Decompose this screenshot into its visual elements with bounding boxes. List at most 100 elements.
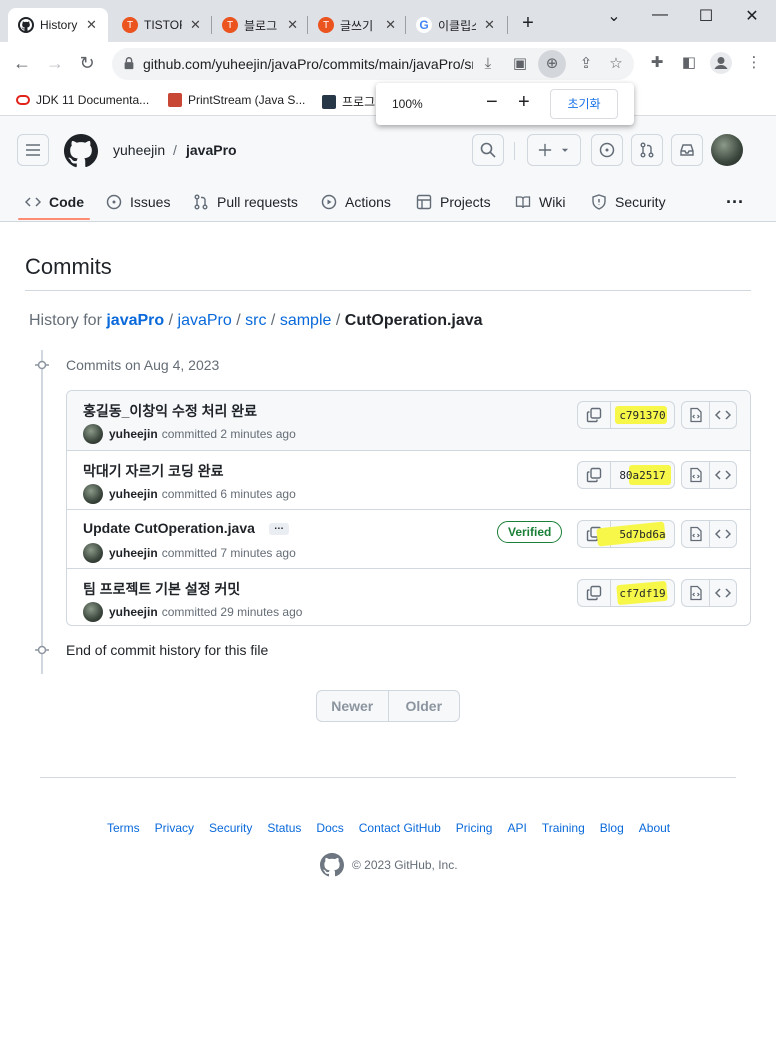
breadcrumb-folder-javapro[interactable]: javaPro <box>178 312 232 329</box>
close-window-icon[interactable]: ✕ <box>742 6 762 26</box>
github-logo-icon[interactable] <box>320 853 344 877</box>
footer-link-about[interactable]: About <box>639 821 670 835</box>
browse-repo-at-commit-button[interactable] <box>709 462 736 488</box>
tab-wiki[interactable]: Wiki <box>515 190 565 214</box>
expand-message-button[interactable]: … <box>268 522 289 536</box>
install-icon[interactable]: ⤓ <box>478 54 498 74</box>
search-button[interactable] <box>472 134 504 166</box>
view-file-at-commit-button[interactable] <box>682 462 709 488</box>
avatar[interactable] <box>83 424 103 444</box>
tab-issues[interactable]: Issues <box>106 190 170 214</box>
bookmark-jdk[interactable]: JDK 11 Documenta... <box>16 93 149 107</box>
tab-blog[interactable]: T 블로그 ✕ <box>212 8 308 42</box>
commit-message-link[interactable]: 팀 프로젝트 기본 설정 커밋 <box>83 579 240 599</box>
issues-button[interactable] <box>591 134 623 166</box>
avatar[interactable] <box>83 543 103 563</box>
bookmark-printstream[interactable]: PrintStream (Java S... <box>168 93 305 107</box>
forward-icon[interactable]: → <box>44 53 66 74</box>
copy-sha-button[interactable] <box>578 580 611 606</box>
close-icon[interactable]: ✕ <box>385 17 396 33</box>
create-new-button[interactable] <box>527 134 581 166</box>
footer-link-privacy[interactable]: Privacy <box>155 821 194 835</box>
tab-write[interactable]: T 글쓰기 ✕ <box>308 8 406 42</box>
reload-icon[interactable]: ↻ <box>76 53 98 74</box>
newer-button[interactable]: Newer <box>317 691 388 721</box>
commit-sha-link[interactable]: 80a2517 <box>611 462 674 488</box>
repo-name-link[interactable]: javaPro <box>186 142 237 158</box>
browse-repo-at-commit-button[interactable] <box>709 521 736 547</box>
footer-link-terms[interactable]: Terms <box>107 821 140 835</box>
footer-link-security[interactable]: Security <box>209 821 252 835</box>
zoom-reset-button[interactable]: 초기화 <box>550 89 618 119</box>
commit-sha-link[interactable]: 5d7bd6a <box>596 521 674 547</box>
kebab-horizontal-icon[interactable]: ··· <box>726 190 744 214</box>
hamburger-menu-button[interactable] <box>17 134 49 166</box>
view-file-at-commit-button[interactable] <box>682 402 709 428</box>
footer-link-pricing[interactable]: Pricing <box>456 821 493 835</box>
view-file-at-commit-button[interactable] <box>682 521 709 547</box>
commit-author-link[interactable]: yuheejin <box>109 487 158 501</box>
tab-pull-requests[interactable]: Pull requests <box>193 190 298 214</box>
copy-sha-button[interactable] <box>578 462 611 488</box>
commit-message-text[interactable]: Update CutOperation.java <box>83 520 255 536</box>
tab-security[interactable]: Security <box>591 190 666 214</box>
new-tab-button[interactable]: + <box>518 13 538 33</box>
pull-requests-button[interactable] <box>631 134 663 166</box>
commit-author-link[interactable]: yuheejin <box>109 546 158 560</box>
tab-history[interactable]: History ✕ <box>8 8 108 42</box>
close-icon[interactable]: ✕ <box>484 17 495 33</box>
inbox-button[interactable] <box>671 134 703 166</box>
tab-tistory[interactable]: T TISTORY ✕ <box>112 8 212 42</box>
star-icon[interactable]: ☆ <box>606 54 626 74</box>
lock-icon[interactable] <box>122 56 136 70</box>
address-bar[interactable]: github.com/yuheejin/javaPro/commits/main… <box>112 48 634 80</box>
repo-owner-link[interactable]: yuheejin <box>113 142 165 158</box>
minimize-icon[interactable]: — <box>650 6 670 24</box>
footer-link-api[interactable]: API <box>507 821 526 835</box>
breadcrumb-folder-sample[interactable]: sample <box>280 312 332 329</box>
translate-icon[interactable]: ▣ <box>510 54 530 74</box>
commit-message-link[interactable]: 홍길동_이창익 수정 처리 완료 <box>83 401 257 421</box>
close-icon[interactable]: ✕ <box>287 17 298 33</box>
footer-link-docs[interactable]: Docs <box>316 821 343 835</box>
breadcrumb-folder-src[interactable]: src <box>245 312 266 329</box>
tab-google[interactable]: G 이클립스 ✕ <box>406 8 508 42</box>
older-button[interactable]: Older <box>387 691 460 721</box>
avatar[interactable] <box>83 602 103 622</box>
footer-link-status[interactable]: Status <box>267 821 301 835</box>
zoom-in-button[interactable]: + <box>518 91 530 114</box>
profile-icon[interactable] <box>710 52 732 78</box>
commit-sha-link[interactable]: cf7df19 <box>611 580 674 606</box>
close-icon[interactable]: ✕ <box>190 17 201 33</box>
breadcrumb-repo-link[interactable]: javaPro <box>106 312 164 329</box>
user-avatar[interactable] <box>711 134 743 166</box>
footer-link-contact[interactable]: Contact GitHub <box>359 821 441 835</box>
tab-actions[interactable]: Actions <box>321 190 391 214</box>
maximize-icon[interactable]: ☐ <box>696 6 716 26</box>
extensions-icon[interactable]: ✚ <box>647 53 667 71</box>
commit-author-link[interactable]: yuheejin <box>109 427 158 441</box>
commit-author-link[interactable]: yuheejin <box>109 605 158 619</box>
avatar[interactable] <box>83 484 103 504</box>
bookmark-programmers[interactable]: 프로그 <box>322 93 375 110</box>
copy-sha-button[interactable] <box>578 402 611 428</box>
zoom-icon[interactable]: ⊕ <box>538 50 566 78</box>
github-logo-icon[interactable] <box>64 134 98 168</box>
verified-badge[interactable]: Verified <box>497 521 563 543</box>
close-icon[interactable]: ✕ <box>86 17 97 33</box>
footer-link-blog[interactable]: Blog <box>600 821 624 835</box>
browse-repo-at-commit-button[interactable] <box>709 580 736 606</box>
back-icon[interactable]: ← <box>11 53 33 74</box>
footer-link-training[interactable]: Training <box>542 821 585 835</box>
commit-sha-link[interactable]: c791370 <box>611 402 674 428</box>
tab-code[interactable]: Code <box>25 190 84 214</box>
sidepanel-icon[interactable]: ◧ <box>679 53 699 71</box>
tab-projects[interactable]: Projects <box>416 190 491 214</box>
browse-repo-at-commit-button[interactable] <box>709 402 736 428</box>
menu-kebab-icon[interactable]: ⋮ <box>744 53 764 71</box>
zoom-out-button[interactable]: − <box>486 91 498 114</box>
view-file-at-commit-button[interactable] <box>682 580 709 606</box>
commit-message-link[interactable]: 막대기 자르기 코딩 완료 <box>83 461 223 481</box>
chevron-down-icon[interactable]: ⌄ <box>604 6 624 26</box>
share-icon[interactable]: ⇪ <box>576 54 596 74</box>
